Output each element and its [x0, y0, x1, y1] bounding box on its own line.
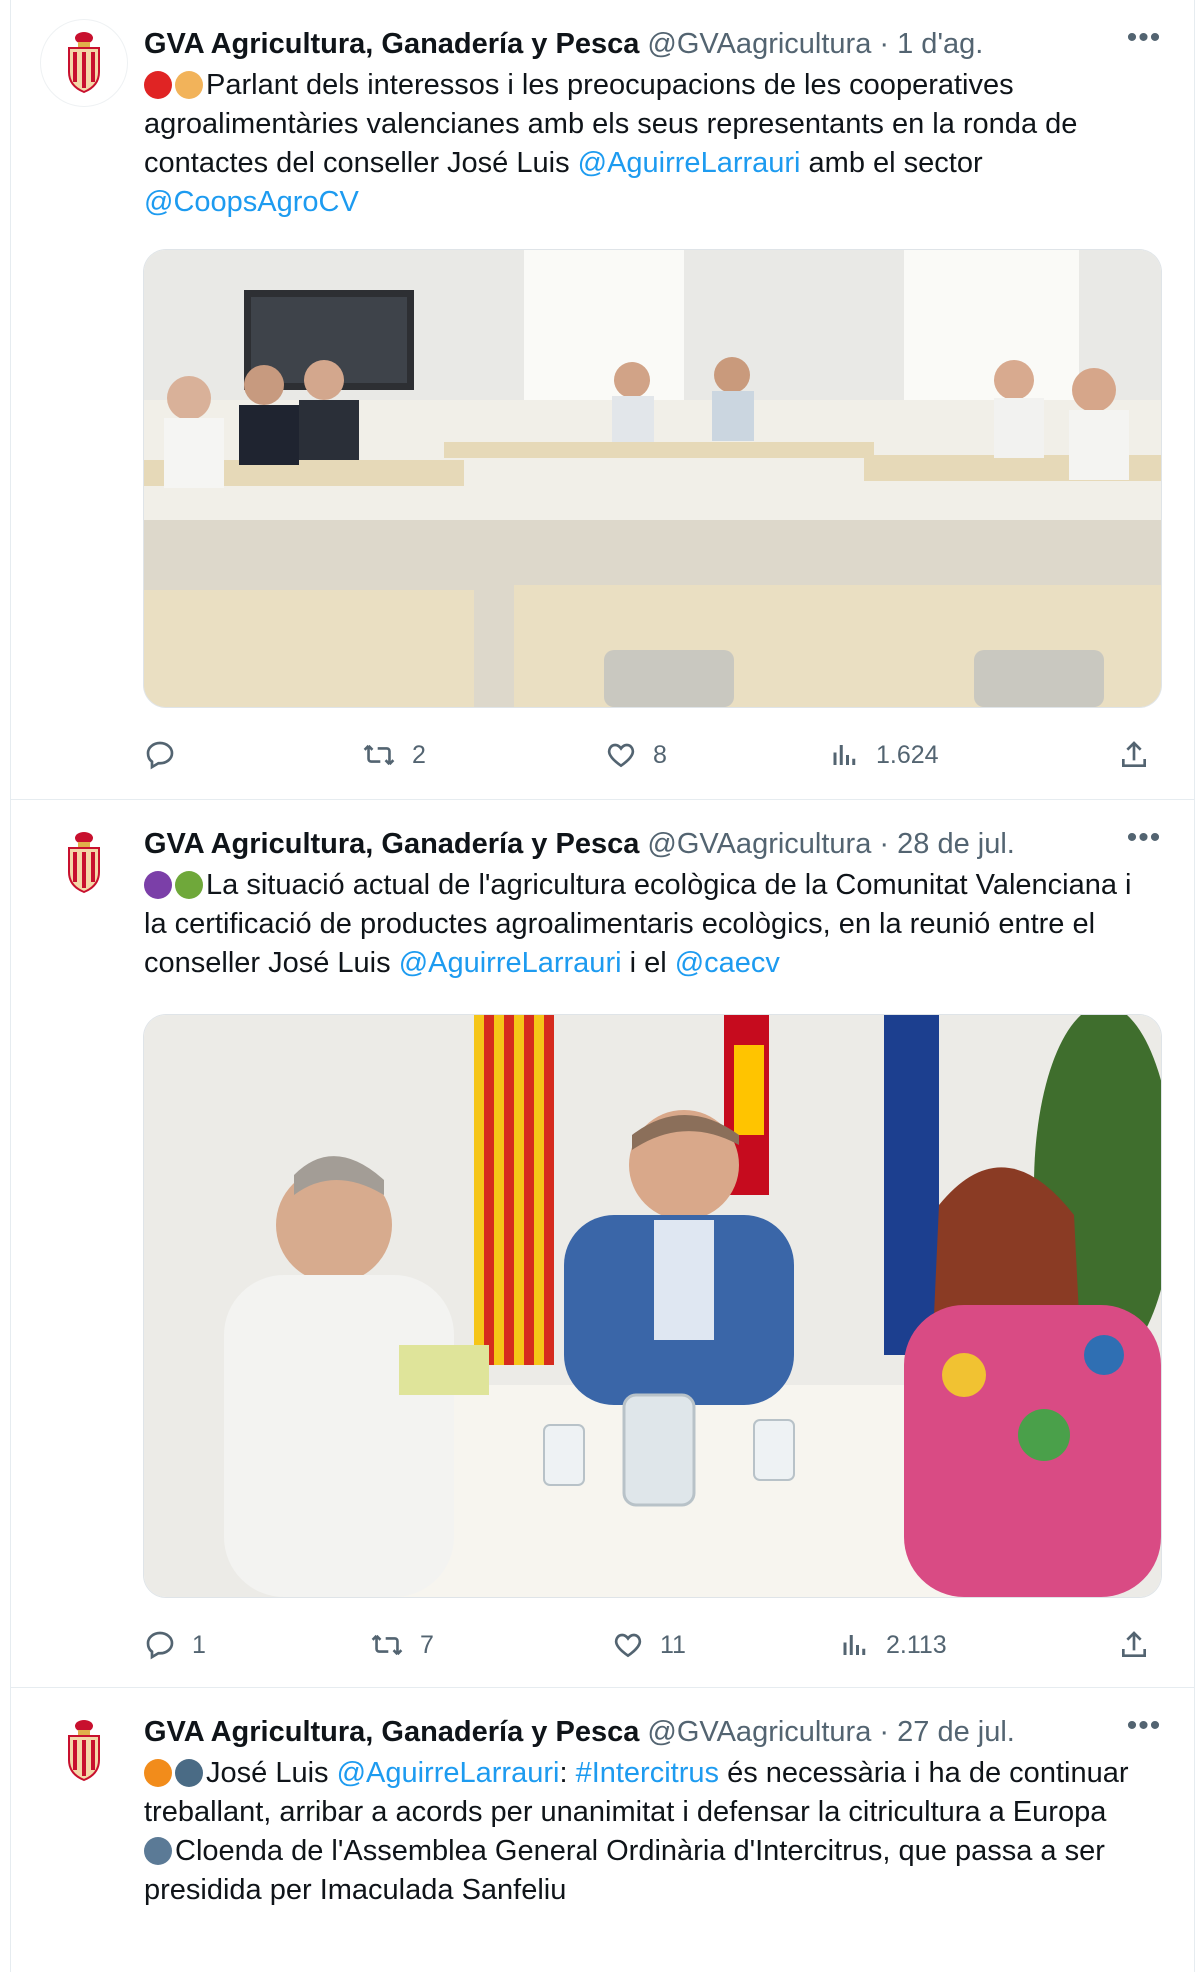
tweet-date[interactable]: 1 d'ag. [897, 28, 983, 60]
reply-count: 1 [192, 1630, 206, 1659]
tweet-text: José Luis @AguirreLarrauri: #Intercitrus… [144, 1754, 1154, 1910]
hashtag-link[interactable]: #Intercitrus [576, 1757, 719, 1789]
tomato-icon [144, 71, 172, 99]
tweet-actions: 1 7 11 2.113 [144, 1625, 1161, 1665]
timeline: GVA Agricultura, Ganadería y Pesca @GVAa… [10, 0, 1195, 1972]
mention-link[interactable]: @CoopsAgroCV [144, 186, 359, 218]
view-count: 2.113 [886, 1630, 947, 1659]
separator: · [871, 28, 898, 60]
reply-icon [146, 1631, 174, 1660]
analytics-icon [843, 1635, 866, 1655]
avatar[interactable] [41, 1708, 127, 1794]
grapes-icon [144, 871, 172, 899]
analytics-icon [833, 745, 856, 765]
meeting-with-flags-photo [144, 1015, 1161, 1597]
like-count: 8 [653, 740, 667, 769]
retweet-icon [371, 1634, 403, 1656]
more-options-icon[interactable]: ••• [1124, 1711, 1164, 1752]
share-button[interactable] [1118, 1625, 1166, 1665]
retweet-button[interactable]: 7 [370, 1625, 434, 1665]
heart-icon [614, 1633, 642, 1658]
like-button[interactable]: 8 [605, 735, 667, 775]
views-button[interactable]: 2.113 [840, 1625, 947, 1665]
busts-icon [144, 1837, 172, 1865]
mention-link[interactable]: @caecv [675, 947, 780, 979]
speaking-head-icon [175, 1759, 203, 1787]
avatar[interactable] [41, 20, 127, 106]
tweet-text-part: Cloenda de l'Assemblea General Ordinària… [144, 1835, 1105, 1906]
tweet-text-part: José Luis [206, 1757, 337, 1789]
like-count: 11 [660, 1630, 686, 1659]
separator: · [871, 828, 898, 860]
retweet-icon [363, 744, 395, 766]
views-button[interactable]: 1.624 [830, 735, 939, 775]
tweet-date[interactable]: 27 de jul. [897, 1716, 1015, 1748]
tweet[interactable]: GVA Agricultura, Ganadería y Pesca @GVAa… [11, 1688, 1194, 1972]
tweet-text: Parlant dels interessos i les preocupaci… [144, 66, 1154, 222]
author-name[interactable]: GVA Agricultura, Ganadería y Pesca [144, 1716, 639, 1748]
meeting-room-photo [144, 250, 1161, 707]
tweet-image[interactable] [144, 1015, 1161, 1597]
orange-icon [144, 1759, 172, 1787]
mention-link[interactable]: @AguirreLarrauri [578, 147, 801, 179]
author-handle[interactable]: @GVAagricultura [647, 28, 871, 60]
reply-button[interactable]: 1 [144, 1625, 206, 1665]
retweet-count: 2 [412, 740, 426, 769]
author-name[interactable]: GVA Agricultura, Ganadería y Pesca [144, 828, 639, 860]
author-handle[interactable]: @GVAagricultura [647, 1716, 871, 1748]
mention-link[interactable]: @AguirreLarrauri [337, 1757, 560, 1789]
separator: · [871, 1716, 898, 1748]
tweet-image[interactable] [144, 250, 1161, 707]
avatar[interactable] [41, 820, 127, 906]
gva-logo-icon [68, 32, 100, 94]
tweet-header: GVA Agricultura, Ganadería y Pesca @GVAa… [144, 824, 1164, 864]
tweet-date[interactable]: 28 de jul. [897, 828, 1015, 860]
tweet-text: La situació actual de l'agricultura ecol… [144, 866, 1154, 983]
gva-logo-icon [68, 832, 100, 894]
tweet-header: GVA Agricultura, Ganadería y Pesca @GVAa… [144, 24, 1164, 64]
more-options-icon[interactable]: ••• [1124, 23, 1164, 64]
share-icon [1122, 741, 1146, 767]
heart-icon [607, 743, 635, 768]
tweet[interactable]: GVA Agricultura, Ganadería y Pesca @GVAa… [11, 800, 1194, 1688]
herb-icon [175, 871, 203, 899]
tweet-header: GVA Agricultura, Ganadería y Pesca @GVAa… [144, 1712, 1164, 1752]
reply-button[interactable] [144, 735, 192, 775]
farmer-icon [175, 71, 203, 99]
share-icon [1122, 1631, 1146, 1657]
tweet[interactable]: GVA Agricultura, Ganadería y Pesca @GVAa… [11, 0, 1194, 800]
like-button[interactable]: 11 [612, 1625, 686, 1665]
tweet-actions: 2 8 1.624 [144, 735, 1161, 775]
tweet-text-part: i el [621, 947, 675, 979]
tweet-text-part: : [559, 1757, 576, 1789]
author-name[interactable]: GVA Agricultura, Ganadería y Pesca [144, 28, 639, 60]
gva-logo-icon [68, 1720, 100, 1782]
more-options-icon[interactable]: ••• [1124, 823, 1164, 864]
tweet-text-part: amb el sector [800, 147, 983, 179]
retweet-count: 7 [420, 1630, 434, 1659]
share-button[interactable] [1118, 735, 1166, 775]
author-handle[interactable]: @GVAagricultura [647, 828, 871, 860]
mention-link[interactable]: @AguirreLarrauri [399, 947, 622, 979]
view-count: 1.624 [876, 740, 939, 769]
retweet-button[interactable]: 2 [362, 735, 426, 775]
reply-icon [146, 741, 174, 770]
